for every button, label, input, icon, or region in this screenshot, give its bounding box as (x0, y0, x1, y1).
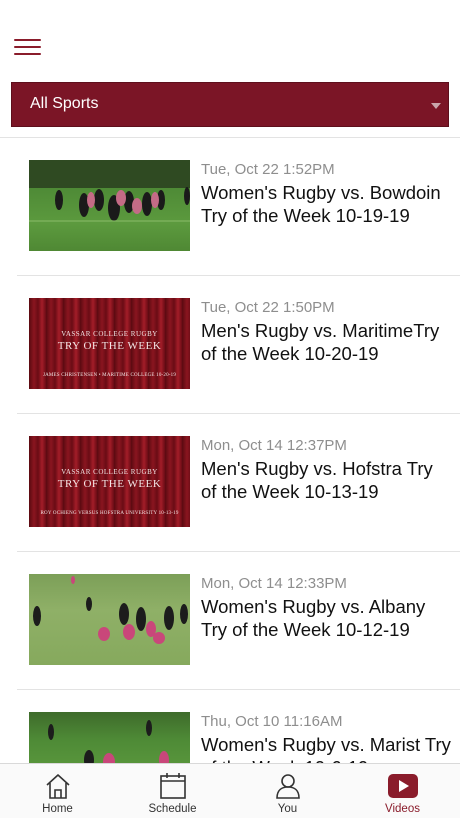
tab-schedule[interactable]: Schedule (115, 764, 230, 818)
person-icon (275, 774, 300, 799)
video-list[interactable]: Tue, Oct 22 1:52PM Women's Rugby vs. Bow… (0, 138, 460, 763)
video-item[interactable]: Mon, Oct 14 12:33PM Women's Rugby vs. Al… (0, 552, 460, 690)
video-title[interactable]: Women's Rugby vs. Marist Try of the Week… (201, 733, 451, 763)
tab-you[interactable]: You (230, 764, 345, 818)
video-meta: Mon, Oct 14 12:37PM Men's Rugby vs. Hofs… (201, 436, 451, 503)
video-title[interactable]: Women's Rugby vs. Bowdoin Try of the Wee… (201, 181, 451, 227)
video-thumbnail[interactable] (29, 160, 190, 251)
calendar-icon (159, 773, 186, 799)
card-line1: VASSAR COLLEGE RUGBY (61, 468, 158, 476)
card-line2: TRY OF THE WEEK (57, 478, 162, 490)
card-line2: TRY OF THE WEEK (57, 340, 162, 352)
video-thumbnail[interactable]: VASSAR COLLEGE RUGBY TRY OF THE WEEK ROY… (29, 436, 190, 527)
video-meta: Thu, Oct 10 11:16AM Women's Rugby vs. Ma… (201, 712, 451, 763)
video-date: Tue, Oct 22 1:50PM (201, 299, 335, 316)
video-thumbnail[interactable]: VASSAR COLLEGE RUGBY TRY OF THE WEEK JAM… (29, 298, 190, 389)
video-title[interactable]: Women's Rugby vs. Albany Try of the Week… (201, 595, 451, 641)
card-footer: JAMES CHRISTENSEN • MARITIME COLLEGE 10-… (42, 373, 177, 378)
video-thumbnail[interactable] (29, 712, 190, 763)
video-item[interactable]: VASSAR COLLEGE RUGBY TRY OF THE WEEK ROY… (0, 414, 460, 552)
sport-filter-dropdown[interactable]: All Sports (11, 82, 449, 127)
video-meta: Mon, Oct 14 12:33PM Women's Rugby vs. Al… (201, 574, 451, 641)
tab-videos[interactable]: Videos (345, 764, 460, 818)
home-icon (45, 774, 70, 799)
card-line1: VASSAR COLLEGE RUGBY (61, 330, 158, 338)
sport-filter-label: All Sports (30, 95, 99, 112)
video-title[interactable]: Men's Rugby vs. MaritimeTry of the Week … (201, 319, 451, 365)
tab-label: Schedule (148, 803, 197, 815)
tab-home[interactable]: Home (0, 764, 115, 818)
top-bar (0, 0, 460, 78)
video-title[interactable]: Men's Rugby vs. Hofstra Try of the Week … (201, 457, 451, 503)
card-footer: ROY OCHIENG VERSUS HOFSTRA UNIVERSITY 10… (40, 511, 179, 516)
video-meta: Tue, Oct 22 1:52PM Women's Rugby vs. Bow… (201, 160, 451, 227)
video-date: Thu, Oct 10 11:16AM (201, 713, 343, 730)
video-item[interactable]: Thu, Oct 10 11:16AM Women's Rugby vs. Ma… (0, 690, 460, 763)
video-play-icon (387, 774, 418, 798)
dropdown-caret-icon (431, 103, 441, 109)
video-item[interactable]: Tue, Oct 22 1:52PM Women's Rugby vs. Bow… (0, 138, 460, 276)
hamburger-menu-icon[interactable] (14, 38, 42, 58)
video-item[interactable]: VASSAR COLLEGE RUGBY TRY OF THE WEEK JAM… (0, 276, 460, 414)
video-date: Tue, Oct 22 1:52PM (201, 161, 335, 178)
tab-label: Videos (385, 803, 420, 815)
video-meta: Tue, Oct 22 1:50PM Men's Rugby vs. Marit… (201, 298, 451, 365)
video-thumbnail[interactable] (29, 574, 190, 665)
tab-label: You (277, 803, 298, 815)
video-date: Mon, Oct 14 12:37PM (201, 437, 347, 454)
tab-bar: Home Schedule You Videos (0, 763, 460, 818)
tab-label: Home (42, 803, 73, 815)
video-date: Mon, Oct 14 12:33PM (201, 575, 347, 592)
